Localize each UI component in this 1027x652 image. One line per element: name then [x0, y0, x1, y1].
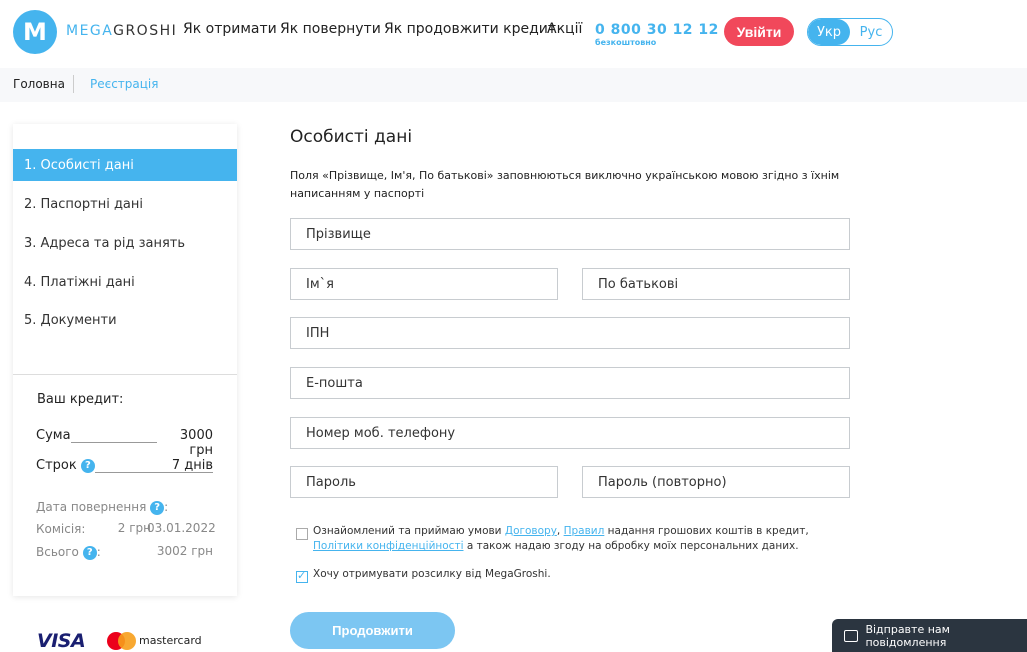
step-documents[interactable]: 5. Документи — [13, 304, 237, 336]
chat-label: Відправте нам повідомлення — [865, 622, 950, 649]
nav-how-to-return[interactable]: Як повернути — [280, 21, 381, 37]
sum-value: 3000 грн — [179, 428, 213, 458]
breadcrumb-current: Реєстрація — [90, 77, 159, 91]
breadcrumb: Головна Реєстрація — [0, 68, 1027, 102]
lang-ukr[interactable]: Укр — [808, 19, 850, 45]
terms-checkbox[interactable] — [296, 528, 308, 540]
term-help-icon[interactable]: ? — [80, 458, 95, 473]
total-help-icon[interactable]: ? — [82, 545, 97, 560]
message-icon — [844, 629, 859, 642]
total-value: 3002 грн — [156, 544, 213, 558]
newsletter-label: Хочу отримувати розсилку від MegaGroshi. — [313, 568, 551, 580]
terms-text: Ознайомлений та приймаю умови Договору, … — [313, 525, 809, 552]
email-field[interactable]: Е-пошта — [290, 367, 850, 399]
name-field[interactable]: Ім`я — [290, 268, 558, 300]
language-switch: Укр Рус — [807, 18, 893, 46]
step-address[interactable]: 3. Адреса та рід занять — [13, 227, 237, 259]
rules-link[interactable]: Правил — [564, 525, 605, 537]
privacy-policy-link[interactable]: Політики конфіденційності — [313, 540, 464, 552]
mastercard-icon — [107, 632, 137, 650]
phone-number[interactable]: 0 800 30 12 12 — [595, 22, 719, 38]
contract-link[interactable]: Договору — [505, 525, 557, 537]
term-value: 7 днів — [171, 458, 213, 473]
phone-note: безкоштовно — [595, 38, 657, 47]
fee-value: 2 грн — [117, 521, 151, 535]
nav-how-to-extend[interactable]: Як продовжити кредит — [384, 21, 556, 37]
header: M MEGAGROSHI Як отримати Як повернути Як… — [0, 0, 1027, 68]
return-date-value: 03.01.2022 — [147, 521, 216, 535]
sum-leader-line — [71, 442, 157, 443]
step-personal[interactable]: 1. Особисті дані — [13, 149, 237, 181]
mastercard-logo-text: mastercard — [139, 634, 202, 647]
patronymic-field[interactable]: По батькові — [582, 268, 850, 300]
newsletter-checkbox[interactable] — [296, 569, 308, 583]
login-button[interactable]: Увійти — [724, 17, 794, 46]
sum-label: Сума — [36, 428, 71, 443]
step-payment[interactable]: 4. Платіжні дані — [13, 266, 237, 298]
logo-wordmark[interactable]: MEGAGROSHI — [66, 23, 177, 39]
continue-button[interactable]: Продовжити — [290, 612, 455, 649]
nav-promotions[interactable]: Акції — [547, 21, 582, 37]
fee-label: Комісія: — [36, 522, 86, 536]
breadcrumb-divider — [73, 75, 74, 93]
sidebar-divider — [13, 374, 237, 375]
form-title: Особисті дані — [290, 127, 413, 147]
password-field[interactable]: Пароль — [290, 466, 558, 498]
password-repeat-field[interactable]: Пароль (повторно) — [582, 466, 850, 498]
form-note: Поля «Прізвище, Ім'я, По батькові» запов… — [290, 169, 840, 200]
credit-title: Ваш кредит: — [37, 392, 124, 407]
surname-field[interactable]: Прізвище — [290, 218, 850, 250]
return-date-help-icon[interactable]: ? — [150, 500, 165, 515]
chat-widget[interactable]: Відправте нам повідомлення — [832, 619, 1027, 652]
ipn-field[interactable]: ІПН — [290, 317, 850, 349]
total-label: Всього ?: — [36, 545, 101, 560]
logo-icon[interactable]: M — [13, 10, 57, 54]
breadcrumb-home[interactable]: Головна — [13, 77, 65, 91]
lang-rus[interactable]: Рус — [850, 19, 892, 45]
nav-how-to-get[interactable]: Як отримати — [183, 21, 277, 37]
term-label: Строк ? — [36, 458, 95, 473]
phone-field[interactable]: Номер моб. телефону — [290, 417, 850, 449]
steps-sidebar: 1. Особисті дані 2. Паспортні дані 3. Ад… — [13, 124, 237, 596]
step-passport[interactable]: 2. Паспортні дані — [13, 188, 237, 220]
return-date-label: Дата повернення ?: — [36, 500, 169, 515]
visa-logo: VISA — [37, 630, 86, 652]
